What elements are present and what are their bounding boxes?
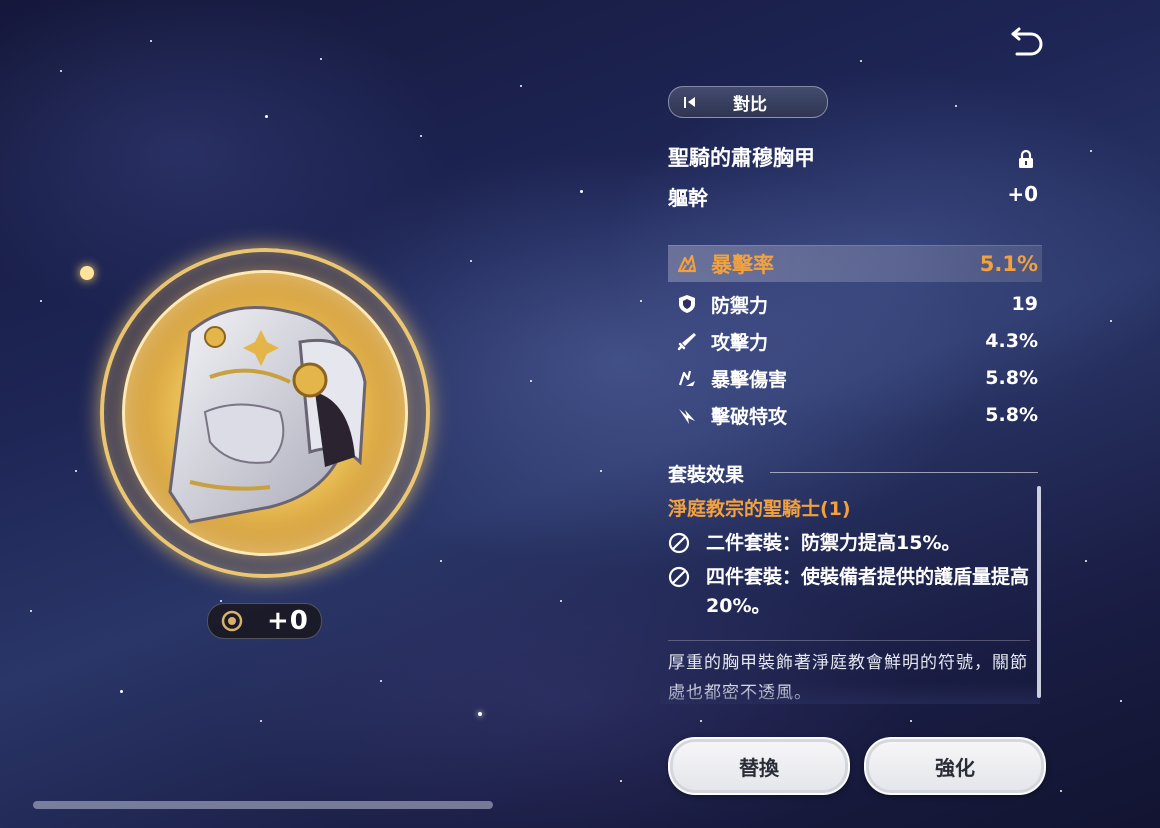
sub-stat-value: 5.8% <box>985 404 1038 426</box>
sub-stat-row-attack: 攻擊力 4.3% <box>668 323 1042 359</box>
vertical-scrollbar[interactable] <box>1037 486 1041 698</box>
chest-armor-icon <box>168 306 367 524</box>
level-ring-icon <box>221 610 243 632</box>
compare-arrow-icon <box>688 97 695 107</box>
sub-stat-value: 4.3% <box>985 330 1038 352</box>
equipment-level-badge: +0 <box>207 603 322 639</box>
sub-stat-row-defense: 防禦力 19 <box>668 286 1042 322</box>
set-effect-header: 套裝效果 <box>668 464 745 486</box>
crit-rate-icon <box>677 254 697 273</box>
inactive-circle-icon <box>668 566 690 588</box>
compare-label: 對比 <box>733 94 767 115</box>
description-fade <box>660 682 1040 704</box>
compare-bar-icon <box>684 96 686 108</box>
crit-damage-icon <box>678 370 695 386</box>
lock-icon[interactable] <box>1017 149 1035 169</box>
main-stat-name: 暴擊率 <box>711 253 774 277</box>
set-bonus-row: 四件套裝：使裝備者提供的護盾量提高20%。 <box>668 563 1036 621</box>
item-name: 聖騎的肅穆胸甲 <box>668 146 815 170</box>
description-divider <box>668 640 1030 641</box>
sub-stat-row-crit-damage: 暴擊傷害 5.8% <box>668 360 1042 396</box>
enhance-button[interactable]: 強化 <box>864 737 1046 795</box>
item-slot: 軀幹 <box>668 186 708 210</box>
back-arrow-icon <box>1011 27 1043 56</box>
main-stat-row: 暴擊率 5.1% <box>668 245 1042 282</box>
break-effect-icon <box>679 409 695 424</box>
set-bonus-text: 二件套裝：防禦力提高15%。 <box>706 532 961 554</box>
item-level: +0 <box>1007 182 1038 206</box>
shield-icon <box>679 295 695 313</box>
sub-stat-name: 暴擊傷害 <box>711 368 788 391</box>
sub-stat-name: 攻擊力 <box>711 331 769 354</box>
horizontal-scrollbar[interactable] <box>33 801 493 809</box>
sub-stat-name: 擊破特攻 <box>711 405 788 428</box>
sub-stat-value: 19 <box>1011 293 1038 315</box>
set-bonus-row: 二件套裝：防禦力提高15%。 <box>668 529 1036 558</box>
set-header-divider <box>770 472 1038 473</box>
compare-button[interactable]: 對比 <box>668 86 828 118</box>
main-stat-value: 5.1% <box>979 252 1038 276</box>
sub-stat-value: 5.8% <box>985 367 1038 389</box>
sub-stat-row-break-effect: 擊破特攻 5.8% <box>668 397 1042 433</box>
sub-stat-name: 防禦力 <box>711 294 769 317</box>
ring-orb-icon <box>80 266 94 280</box>
set-name: 淨庭教宗的聖騎士(1) <box>668 498 851 520</box>
sword-icon <box>677 333 696 351</box>
inactive-circle-icon <box>668 532 690 554</box>
equipment-level-text: +0 <box>267 606 309 636</box>
set-bonus-text: 四件套裝：使裝備者提供的護盾量提高20%。 <box>706 566 1030 617</box>
replace-button[interactable]: 替換 <box>668 737 850 795</box>
back-button[interactable] <box>1003 26 1047 62</box>
